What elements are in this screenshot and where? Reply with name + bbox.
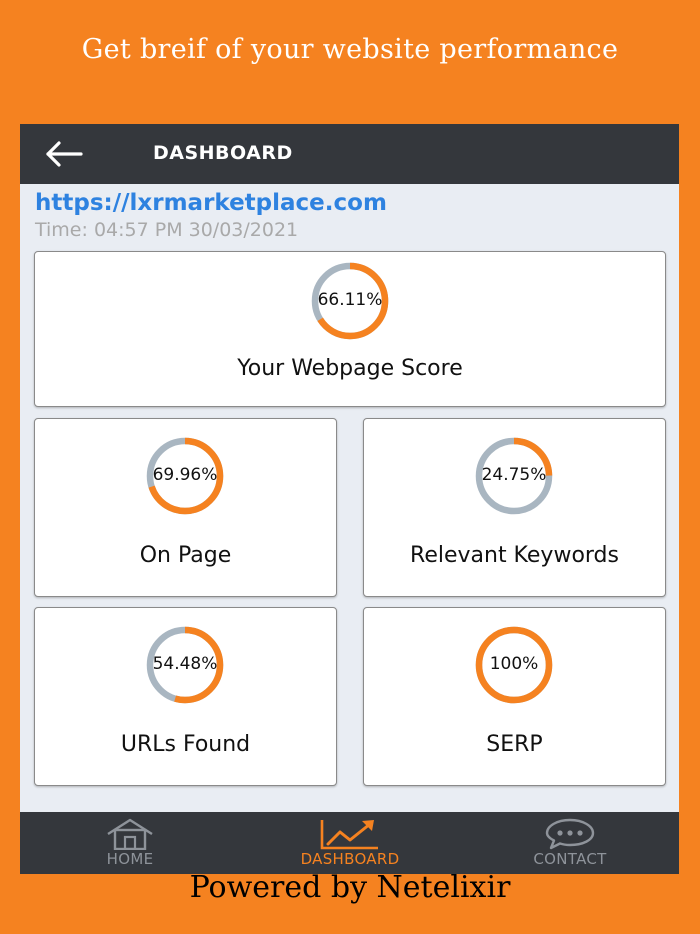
serp-value: 100%: [489, 654, 539, 674]
relevant-keywords-card[interactable]: 24.75% Relevant Keywords: [363, 418, 666, 597]
powered-by-footer: Powered by Netelixir: [189, 870, 511, 905]
home-icon: [107, 818, 153, 850]
page-title: DASHBOARD: [153, 142, 293, 164]
app-screen: DASHBOARD https://lxrmarketplace.com Tim…: [20, 124, 679, 874]
nav-home-label: HOME: [106, 850, 154, 868]
app-bar: DASHBOARD: [20, 124, 679, 184]
nav-home[interactable]: HOME: [80, 812, 180, 874]
urls-found-value: 54.48%: [152, 654, 218, 674]
on-page-value: 69.96%: [152, 465, 218, 485]
back-arrow-icon[interactable]: [44, 140, 84, 168]
site-url-link[interactable]: https://lxrmarketplace.com: [35, 190, 387, 216]
chat-bubble-icon: [545, 818, 595, 850]
urls-found-label: URLs Found: [120, 732, 251, 757]
webpage-score-card[interactable]: 66.11% Your Webpage Score: [34, 251, 666, 407]
trend-chart-icon: [320, 820, 378, 850]
webpage-score-value: 66.11%: [317, 290, 383, 310]
nav-contact[interactable]: CONTACT: [510, 812, 630, 874]
on-page-label: On Page: [139, 543, 232, 568]
on-page-card[interactable]: 69.96% On Page: [34, 418, 337, 597]
serp-label: SERP: [486, 732, 543, 757]
relevant-keywords-label: Relevant Keywords: [410, 543, 619, 568]
urls-found-card[interactable]: 54.48% URLs Found: [34, 607, 337, 786]
serp-card[interactable]: 100% SERP: [363, 607, 666, 786]
nav-dashboard[interactable]: DASHBOARD: [275, 812, 425, 874]
webpage-score-label: Your Webpage Score: [237, 356, 463, 381]
bottom-navigation: HOME DASHBOARD CONTACT: [20, 812, 679, 874]
promo-title: Get breif of your website performance: [81, 34, 619, 65]
nav-dashboard-label: DASHBOARD: [300, 850, 400, 868]
relevant-keywords-value: 24.75%: [481, 465, 547, 485]
report-timestamp: Time: 04:57 PM 30/03/2021: [35, 219, 299, 241]
nav-contact-label: CONTACT: [533, 850, 607, 868]
